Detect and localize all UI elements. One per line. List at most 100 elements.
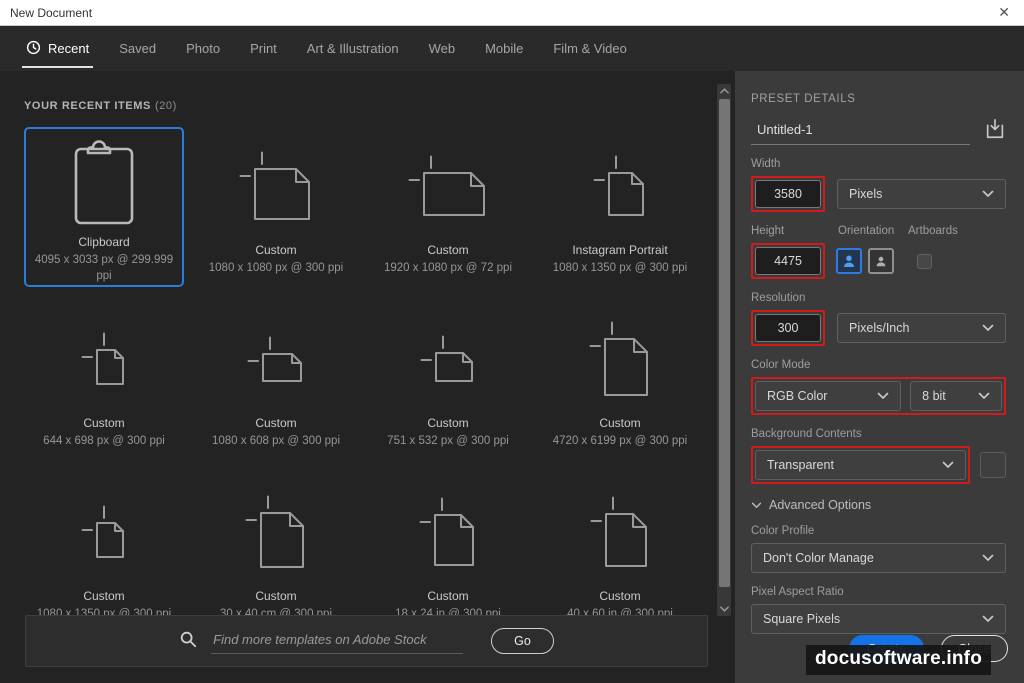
item-name: Custom: [83, 416, 125, 430]
resolution-input[interactable]: 300: [755, 314, 821, 342]
bit-depth-value: 8 bit: [922, 389, 946, 403]
orientation-landscape-button[interactable]: [868, 248, 894, 274]
recent-item-7[interactable]: Custom 4720 x 6199 px @ 300 ppi: [540, 300, 700, 460]
chevron-down-icon: [751, 502, 762, 508]
artboards-checkbox[interactable]: [917, 253, 932, 269]
chevron-down-icon: [982, 324, 994, 331]
recent-items-heading: YOUR RECENT ITEMS (20): [24, 100, 177, 112]
tab-photo[interactable]: Photo: [186, 26, 220, 71]
width-unit-select[interactable]: Pixels: [837, 179, 1006, 209]
search-icon: [179, 630, 197, 653]
tab-film-video[interactable]: Film & Video: [553, 26, 626, 71]
recent-item-0[interactable]: Clipboard 4095 x 3033 px @ 299.999 ppi: [24, 127, 184, 287]
orientation-label: Orientation: [838, 225, 895, 237]
tab-print[interactable]: Print: [250, 26, 277, 71]
go-button[interactable]: Go: [491, 628, 554, 654]
tab-label: Art & Illustration: [306, 41, 399, 56]
color-mode-highlight: RGB Color 8 bit: [751, 377, 1006, 415]
item-name: Custom: [599, 589, 641, 603]
tab-art-illustration[interactable]: Art & Illustration: [307, 26, 399, 71]
pixel-aspect-ratio-value: Square Pixels: [763, 612, 841, 626]
document-icon: [81, 481, 127, 585]
item-dimensions: 4095 x 3033 px @ 299.999 ppi: [34, 253, 174, 283]
tab-label: Mobile: [485, 41, 524, 56]
document-name-field[interactable]: Untitled-1: [751, 118, 970, 145]
tab-web[interactable]: Web: [429, 26, 456, 71]
document-icon: [590, 481, 650, 585]
height-label: Height: [751, 225, 785, 237]
item-dimensions: 1080 x 1350 px @ 300 ppi: [552, 262, 688, 274]
scroll-up-icon[interactable]: [717, 84, 731, 98]
recent-item-5[interactable]: Custom 1080 x 608 px @ 300 ppi: [196, 300, 356, 460]
background-color-swatch[interactable]: [980, 452, 1006, 478]
document-icon: [589, 308, 651, 412]
scrollbar[interactable]: [717, 84, 731, 616]
item-name: Instagram Portrait: [572, 243, 668, 257]
recent-panel: YOUR RECENT ITEMS (20) Clipboard 4095 x 30…: [0, 71, 735, 683]
recent-items-count: (20): [154, 100, 177, 112]
landscape-person-icon: [876, 256, 886, 267]
resolution-highlight: 300: [751, 310, 825, 346]
tab-saved[interactable]: Saved: [119, 26, 156, 71]
recent-item-10[interactable]: Custom 18 x 24 in @ 300 ppi: [368, 473, 528, 633]
chevron-down-icon: [982, 554, 994, 561]
item-dimensions: 751 x 532 px @ 300 ppi: [387, 435, 509, 447]
tab-label: Web: [428, 41, 456, 56]
search-input[interactable]: [211, 628, 464, 654]
color-profile-select[interactable]: Don't Color Manage: [751, 543, 1006, 573]
resolution-unit-select[interactable]: Pixels/Inch: [837, 313, 1006, 343]
recent-item-1[interactable]: Custom 1080 x 1080 px @ 300 ppi: [196, 127, 356, 287]
item-name: Custom: [599, 416, 641, 430]
clock-icon: [26, 40, 41, 58]
advanced-options-toggle[interactable]: Advanced Options: [751, 498, 1006, 512]
background-contents-highlight: Transparent: [751, 446, 970, 484]
color-mode-label: Color Mode: [751, 359, 811, 371]
background-contents-select[interactable]: Transparent: [755, 450, 966, 480]
recent-item-11[interactable]: Custom 40 x 60 in @ 300 ppi: [540, 473, 700, 633]
recent-item-2[interactable]: Custom 1920 x 1080 px @ 72 ppi: [368, 127, 528, 287]
tab-mobile[interactable]: Mobile: [485, 26, 523, 71]
background-contents-label: Background Contents: [751, 428, 862, 440]
recent-item-3[interactable]: Instagram Portrait 1080 x 1350 px @ 300 p…: [540, 127, 700, 287]
window-title: New Document: [10, 5, 93, 20]
color-profile-label: Color Profile: [751, 525, 815, 537]
close-icon[interactable]: ✕: [994, 4, 1014, 21]
height-input[interactable]: 4475: [755, 247, 821, 275]
item-name: Custom: [427, 416, 469, 430]
orientation-portrait-button[interactable]: [836, 248, 862, 274]
document-icon: [247, 308, 305, 412]
advanced-options-label: Advanced Options: [769, 498, 872, 512]
pixel-aspect-ratio-select[interactable]: Square Pixels: [751, 604, 1006, 634]
save-preset-icon[interactable]: [984, 118, 1006, 145]
resolution-unit-value: Pixels/Inch: [849, 321, 910, 335]
chevron-down-icon: [942, 461, 954, 468]
chevron-down-icon: [877, 392, 889, 399]
item-name: Custom: [427, 589, 469, 603]
recent-items-heading-text: YOUR RECENT ITEMS: [24, 100, 151, 112]
item-name: Custom: [255, 243, 297, 257]
width-unit-value: Pixels: [849, 187, 883, 201]
color-mode-value: RGB Color: [767, 389, 828, 403]
recent-item-6[interactable]: Custom 751 x 532 px @ 300 ppi: [368, 300, 528, 460]
item-dimensions: 1080 x 1080 px @ 300 ppi: [208, 262, 344, 274]
item-name: Custom: [255, 589, 297, 603]
chevron-down-icon: [982, 615, 994, 622]
document-icon: [419, 481, 477, 585]
bit-depth-select[interactable]: 8 bit: [910, 381, 1002, 411]
chevron-down-icon: [978, 392, 990, 399]
recent-item-4[interactable]: Custom 644 x 698 px @ 300 ppi: [24, 300, 184, 460]
width-highlight: 3580: [751, 176, 825, 212]
scrollbar-thumb[interactable]: [718, 99, 730, 587]
preset-details-panel: PRESET DETAILS Untitled-1 Width 3580 Pix…: [735, 71, 1024, 683]
color-mode-select[interactable]: RGB Color: [755, 381, 902, 411]
recent-item-9[interactable]: Custom 30 x 40 cm @ 300 ppi: [196, 473, 356, 633]
scroll-down-icon[interactable]: [717, 602, 731, 616]
item-name: Clipboard: [78, 234, 130, 249]
tab-recent[interactable]: Recent: [21, 26, 94, 71]
recent-item-8[interactable]: Custom 1080 x 1350 px @ 300 ppi: [24, 473, 184, 633]
item-dimensions: 1080 x 608 px @ 300 ppi: [211, 435, 341, 447]
height-highlight: 4475: [751, 243, 825, 279]
width-input[interactable]: 3580: [755, 180, 821, 208]
recent-items-grid: Clipboard 4095 x 3033 px @ 299.999 ppi Cu…: [24, 127, 700, 633]
document-icon: [408, 135, 488, 239]
